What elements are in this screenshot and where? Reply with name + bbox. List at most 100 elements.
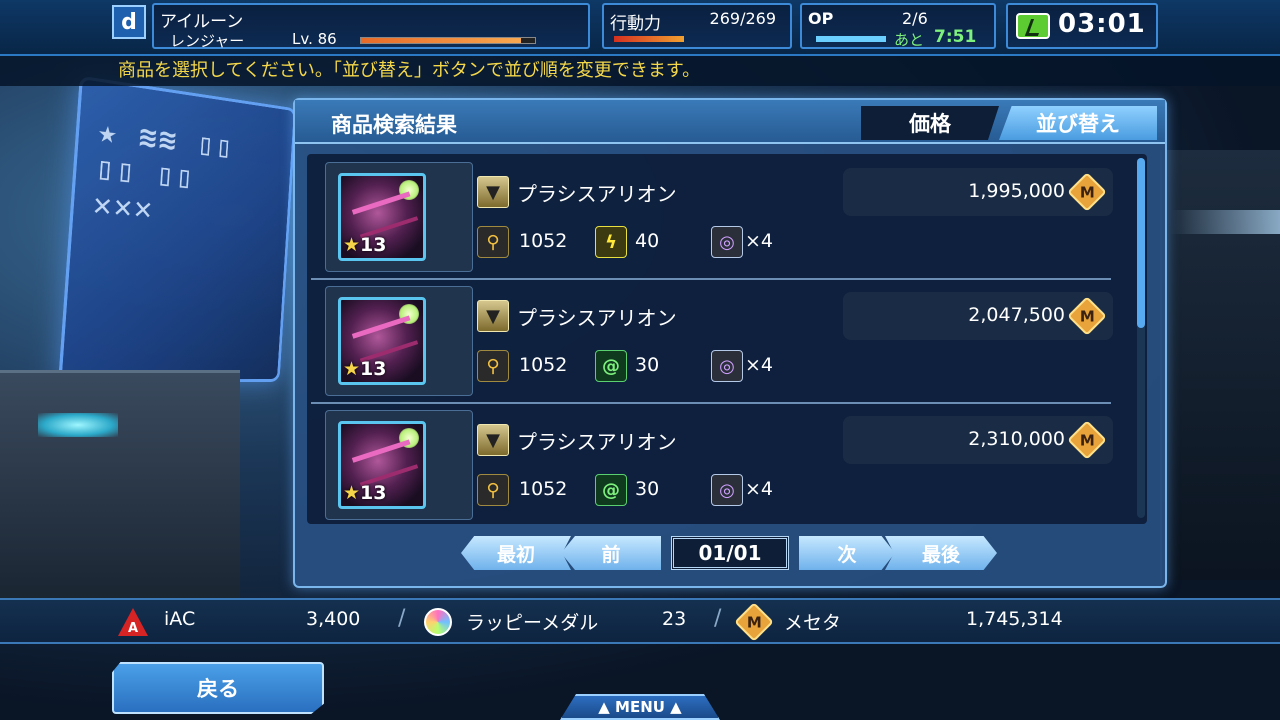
- item-thumbnail: ★13: [338, 421, 426, 509]
- op-label: OP: [808, 9, 834, 28]
- clock-status: 03:01: [1006, 3, 1158, 49]
- price-box: 1,995,000 M: [843, 168, 1113, 216]
- attack-value: 1052: [519, 478, 568, 500]
- battery-icon: [1016, 13, 1050, 39]
- slot-count: ×4: [745, 354, 774, 376]
- background-light: [38, 413, 118, 437]
- pager: 最初 前 01/01 次 最後: [461, 534, 1001, 574]
- meseta-icon: M: [1067, 296, 1107, 336]
- iac-value: 3,400: [306, 608, 361, 630]
- slot-icon: ◎: [711, 226, 743, 258]
- action-points-bar: [614, 36, 684, 42]
- list-item[interactable]: ★13 ▼ プラシスアリオン 1,995,000 M ⚲ 1052 ϟ 40 ◎…: [311, 158, 1133, 280]
- first-page-button[interactable]: 最初: [461, 536, 571, 570]
- sort-button[interactable]: 並び替え: [999, 106, 1157, 140]
- attack-icon: ⚲: [477, 474, 509, 506]
- weapon-icon: [351, 315, 419, 363]
- top-hud: d アイルーン レンジャー Lv. 86 行動力 269/269 OP 2/6 …: [0, 0, 1280, 56]
- element-value: 40: [635, 230, 660, 252]
- clock-time: 03:01: [1058, 9, 1146, 39]
- item-price: 2,047,500: [968, 304, 1065, 326]
- item-name: プラシスアリオン: [517, 182, 677, 206]
- medal-label: ラッピーメダル: [466, 612, 599, 634]
- price-box: 2,047,500 M: [843, 292, 1113, 340]
- list-item[interactable]: ★13 ▼ プラシスアリオン 2,310,000 M ⚲ 1052 @ 30 ◎…: [311, 406, 1133, 520]
- slot-count: ×4: [745, 478, 774, 500]
- instruction-text: 商品を選択してください。「並び替え」ボタンで並び順を変更できます。: [0, 56, 1280, 86]
- search-results-panel: 商品検索結果 価格 並び替え ★13 ▼ プラシスアリオン 1,995,000 …: [293, 98, 1167, 588]
- weapon-icon: [351, 439, 419, 487]
- separator: /: [714, 606, 722, 631]
- action-points-label: 行動力: [610, 14, 661, 34]
- panel-title: 商品検索結果: [331, 113, 457, 137]
- slot-icon: ◎: [711, 350, 743, 382]
- sort-key-price[interactable]: 価格: [861, 106, 999, 140]
- meseta-icon: M: [1067, 420, 1107, 460]
- slot-count: ×4: [745, 230, 774, 252]
- item-stats: ⚲ 1052 ϟ 40 ◎ ×4: [477, 226, 837, 260]
- menu-button[interactable]: ▲ MENU ▲: [560, 694, 720, 720]
- item-name: プラシスアリオン: [517, 430, 677, 454]
- action-points-value: 269/269: [709, 9, 776, 28]
- item-divider: [311, 278, 1111, 280]
- background-wall-light: [1170, 210, 1280, 234]
- element-value: 30: [635, 478, 660, 500]
- action-points-status: 行動力 269/269: [602, 3, 792, 49]
- item-divider: [311, 402, 1111, 404]
- lightning-icon: ϟ: [595, 226, 627, 258]
- wind-icon: @: [595, 474, 627, 506]
- page-count: 01/01: [671, 536, 789, 570]
- item-rarity: ★13: [343, 482, 387, 504]
- item-thumbnail: ★13: [338, 173, 426, 261]
- character-level: Lv. 86: [292, 30, 337, 48]
- list-item[interactable]: ★13 ▼ プラシスアリオン 2,047,500 M ⚲ 1052 @ 30 ◎…: [311, 282, 1133, 404]
- next-page-button[interactable]: 次: [799, 536, 895, 570]
- op-remain-time: 7:51: [934, 27, 977, 47]
- item-thumbnail-box: ★13: [325, 410, 473, 520]
- item-stats: ⚲ 1052 @ 30 ◎ ×4: [477, 474, 837, 508]
- last-page-button[interactable]: 最後: [885, 536, 997, 570]
- item-stats: ⚲ 1052 @ 30 ◎ ×4: [477, 350, 837, 384]
- op-bar: [816, 36, 886, 42]
- element-value: 30: [635, 354, 660, 376]
- attack-icon: ⚲: [477, 226, 509, 258]
- item-thumbnail: ★13: [338, 297, 426, 385]
- meseta-icon: M: [734, 602, 774, 642]
- meseta-value: 1,745,314: [966, 608, 1063, 630]
- background-sign-graphic: ★ ≋≋ ▯▯ ▯▯ ▯▯ ✕✕✕: [91, 113, 236, 228]
- attack-value: 1052: [519, 230, 568, 252]
- character-class: レンジャー: [170, 32, 245, 50]
- item-rarity: ★13: [343, 234, 387, 256]
- list-scrollbar[interactable]: [1137, 158, 1145, 518]
- back-button[interactable]: 戻る: [112, 662, 324, 714]
- slot-icon: ◎: [711, 474, 743, 506]
- item-name: プラシスアリオン: [517, 306, 677, 330]
- iac-icon: A: [118, 608, 148, 636]
- meseta-icon: M: [1067, 172, 1107, 212]
- character-status: アイルーン レンジャー Lv. 86: [152, 3, 590, 50]
- item-thumbnail-box: ★13: [325, 162, 473, 272]
- level-progress-bar: [360, 37, 536, 44]
- item-price: 1,995,000: [968, 180, 1065, 202]
- panel-header: 商品検索結果 価格 並び替え: [295, 100, 1165, 144]
- wind-icon: @: [595, 350, 627, 382]
- op-value: 2/6: [902, 9, 928, 28]
- attack-value: 1052: [519, 354, 568, 376]
- meseta-label: メセタ: [784, 612, 842, 634]
- attack-icon: ⚲: [477, 350, 509, 382]
- weapon-type-icon: ▼: [477, 176, 509, 208]
- weapon-type-icon: ▼: [477, 424, 509, 456]
- weapon-type-icon: ▼: [477, 300, 509, 332]
- character-icon: d: [112, 5, 146, 39]
- price-box: 2,310,000 M: [843, 416, 1113, 464]
- item-rarity: ★13: [343, 358, 387, 380]
- op-status: OP 2/6 あと 7:51: [800, 3, 996, 49]
- iac-label: iAC: [164, 608, 196, 630]
- background-door: [0, 370, 240, 600]
- medal-value: 23: [662, 608, 687, 630]
- prev-page-button[interactable]: 前: [561, 536, 661, 570]
- scrollbar-thumb[interactable]: [1137, 158, 1145, 328]
- weapon-icon: [351, 191, 419, 239]
- character-name: アイルーン: [160, 12, 244, 32]
- rappy-medal-icon: [424, 608, 452, 636]
